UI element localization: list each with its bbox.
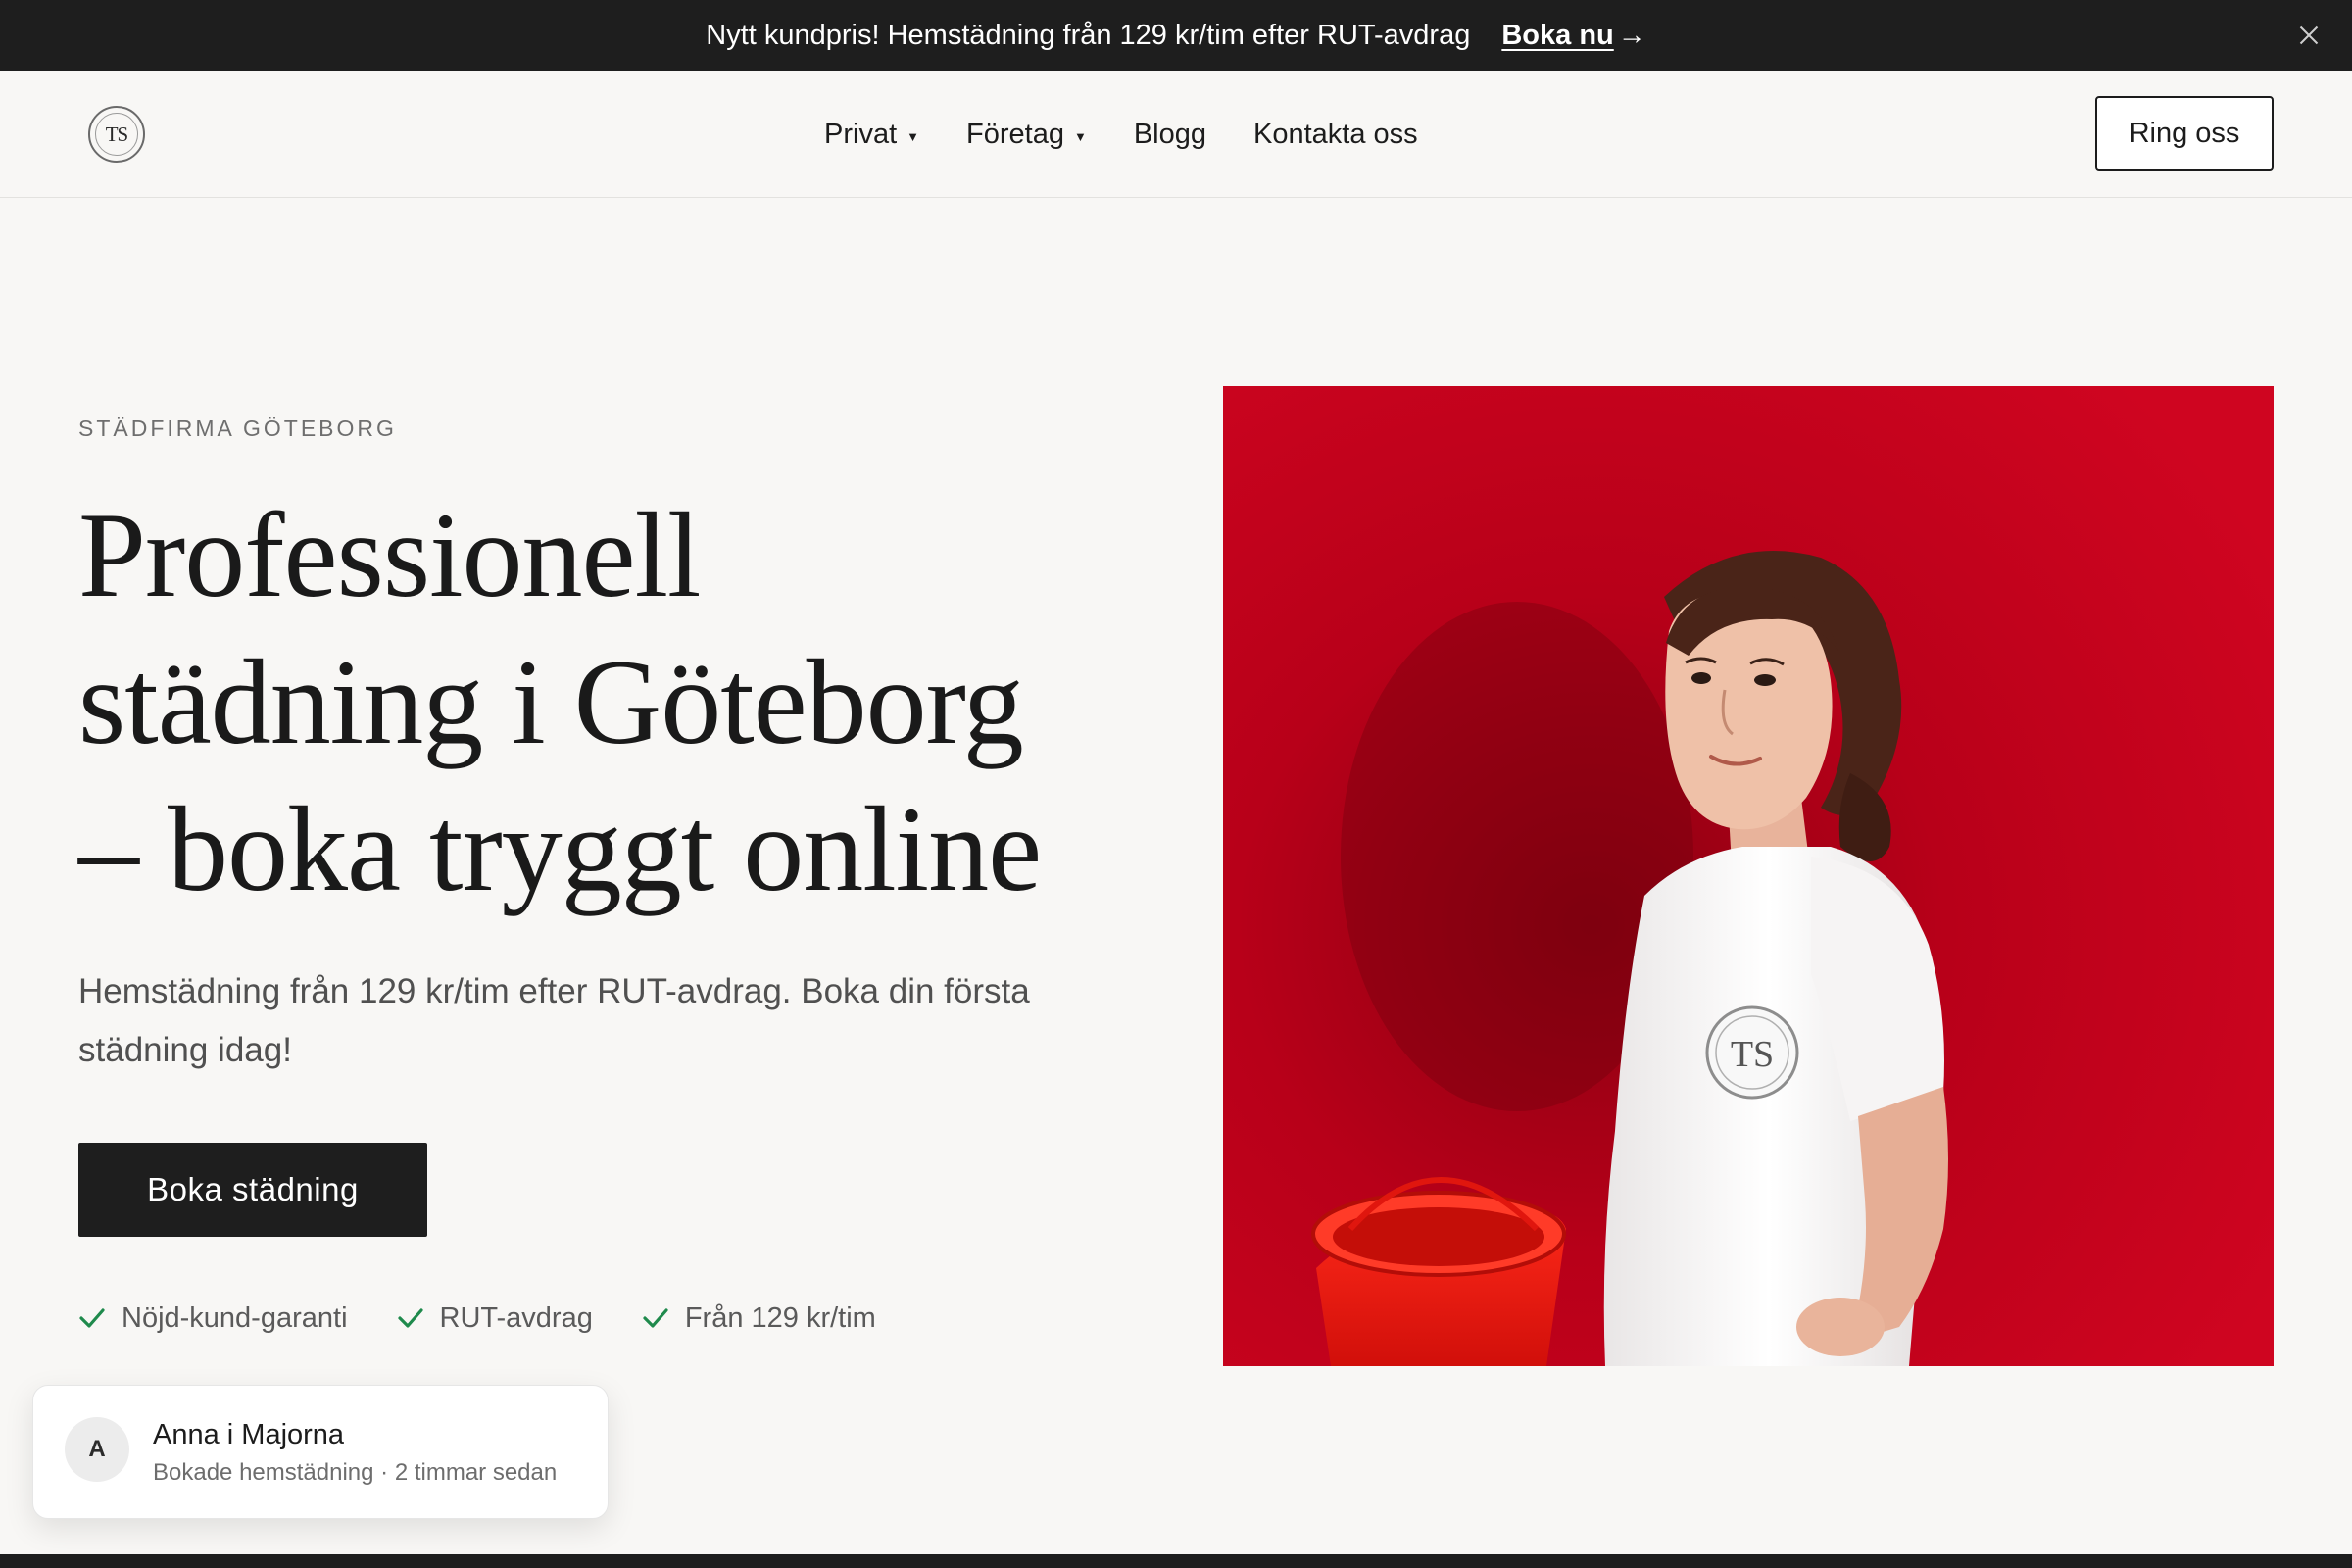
feature-list: Nöjd-kund-garanti RUT-avdrag Från 129 kr…: [78, 1298, 925, 1338]
notification-detail: Bokade hemstädning · 2 timmar sedan: [153, 1459, 558, 1486]
nav-item-privat[interactable]: Privat ▼: [824, 119, 919, 151]
nav-item-foretag[interactable]: Företag ▼: [966, 119, 1087, 151]
site-header: TS Privat ▼ Företag ▼ Blogg Kontakta oss…: [0, 71, 2352, 198]
feature-label: Från 129 kr/tim: [684, 1301, 876, 1334]
hero-subtitle: Hemstädning från 129 kr/tim efter RUT-av…: [78, 972, 1030, 1069]
nav-item-label: Kontakta oss: [1253, 118, 1418, 150]
check-icon: [79, 1308, 105, 1328]
headline-line: – boka tryggt online: [78, 782, 1042, 916]
book-now-label: Boka nu: [1501, 19, 1614, 51]
nav-item-label: Företag: [966, 118, 1064, 150]
call-button[interactable]: Ring oss: [2095, 96, 2274, 171]
nav-item-blogg[interactable]: Blogg: [1134, 119, 1206, 151]
avatar: A: [65, 1417, 129, 1482]
sleeve-logo-text: TS: [1731, 1034, 1774, 1075]
booking-notification: A Anna i Majorna Bokade hemstädning · 2 …: [32, 1385, 609, 1519]
cleaner-illustration: TS: [1223, 386, 2274, 1366]
hero-headline: Professionell städning i Göteborg – boka…: [78, 482, 1205, 923]
sleeve-logo: TS: [1705, 1005, 1799, 1100]
bucket: [1311, 1177, 1566, 1366]
book-now-link[interactable]: Boka nu →: [1501, 20, 1645, 52]
headline-line: Professionell: [78, 488, 701, 622]
check-icon: [397, 1308, 423, 1328]
nav-item-label: Privat: [824, 118, 898, 150]
notification-name: Anna i Majorna: [153, 1419, 345, 1450]
feature-label: Nöjd-kund-garanti: [122, 1301, 348, 1334]
announcement-bar: Nytt kundpris! Hemstädning från 129 kr/t…: [0, 0, 2352, 71]
announcement-message: Nytt kundpris! Hemstädning från 129 kr/t…: [706, 19, 1471, 51]
arrow-right-icon: →: [1617, 19, 1646, 51]
feature-label: RUT-avdrag: [439, 1301, 593, 1334]
nav-item-label: Blogg: [1133, 118, 1207, 150]
feature-item: RUT-avdrag: [397, 1302, 593, 1335]
feature-item: Från 129 kr/tim: [642, 1302, 876, 1335]
logo-text: TS: [105, 122, 128, 146]
caret-down-icon: ▼: [906, 128, 920, 144]
headline-line: städning i Göteborg: [78, 635, 1024, 769]
main-nav: Privat ▼ Företag ▼ Blogg Kontakta oss: [824, 71, 1465, 198]
hero-photo: TS: [1223, 386, 2274, 1366]
nav-item-kontakta[interactable]: Kontakta oss: [1253, 119, 1418, 151]
section-divider: [0, 1554, 2352, 1568]
check-icon: [643, 1308, 668, 1328]
close-icon[interactable]: [2291, 18, 2327, 53]
book-cleaning-button[interactable]: Boka städning: [78, 1143, 427, 1237]
feature-item: Nöjd-kund-garanti: [78, 1302, 348, 1335]
hero-eyebrow: STÄDFIRMA GÖTEBORG: [78, 416, 397, 441]
logo[interactable]: TS: [88, 106, 145, 163]
caret-down-icon: ▼: [1073, 128, 1087, 144]
